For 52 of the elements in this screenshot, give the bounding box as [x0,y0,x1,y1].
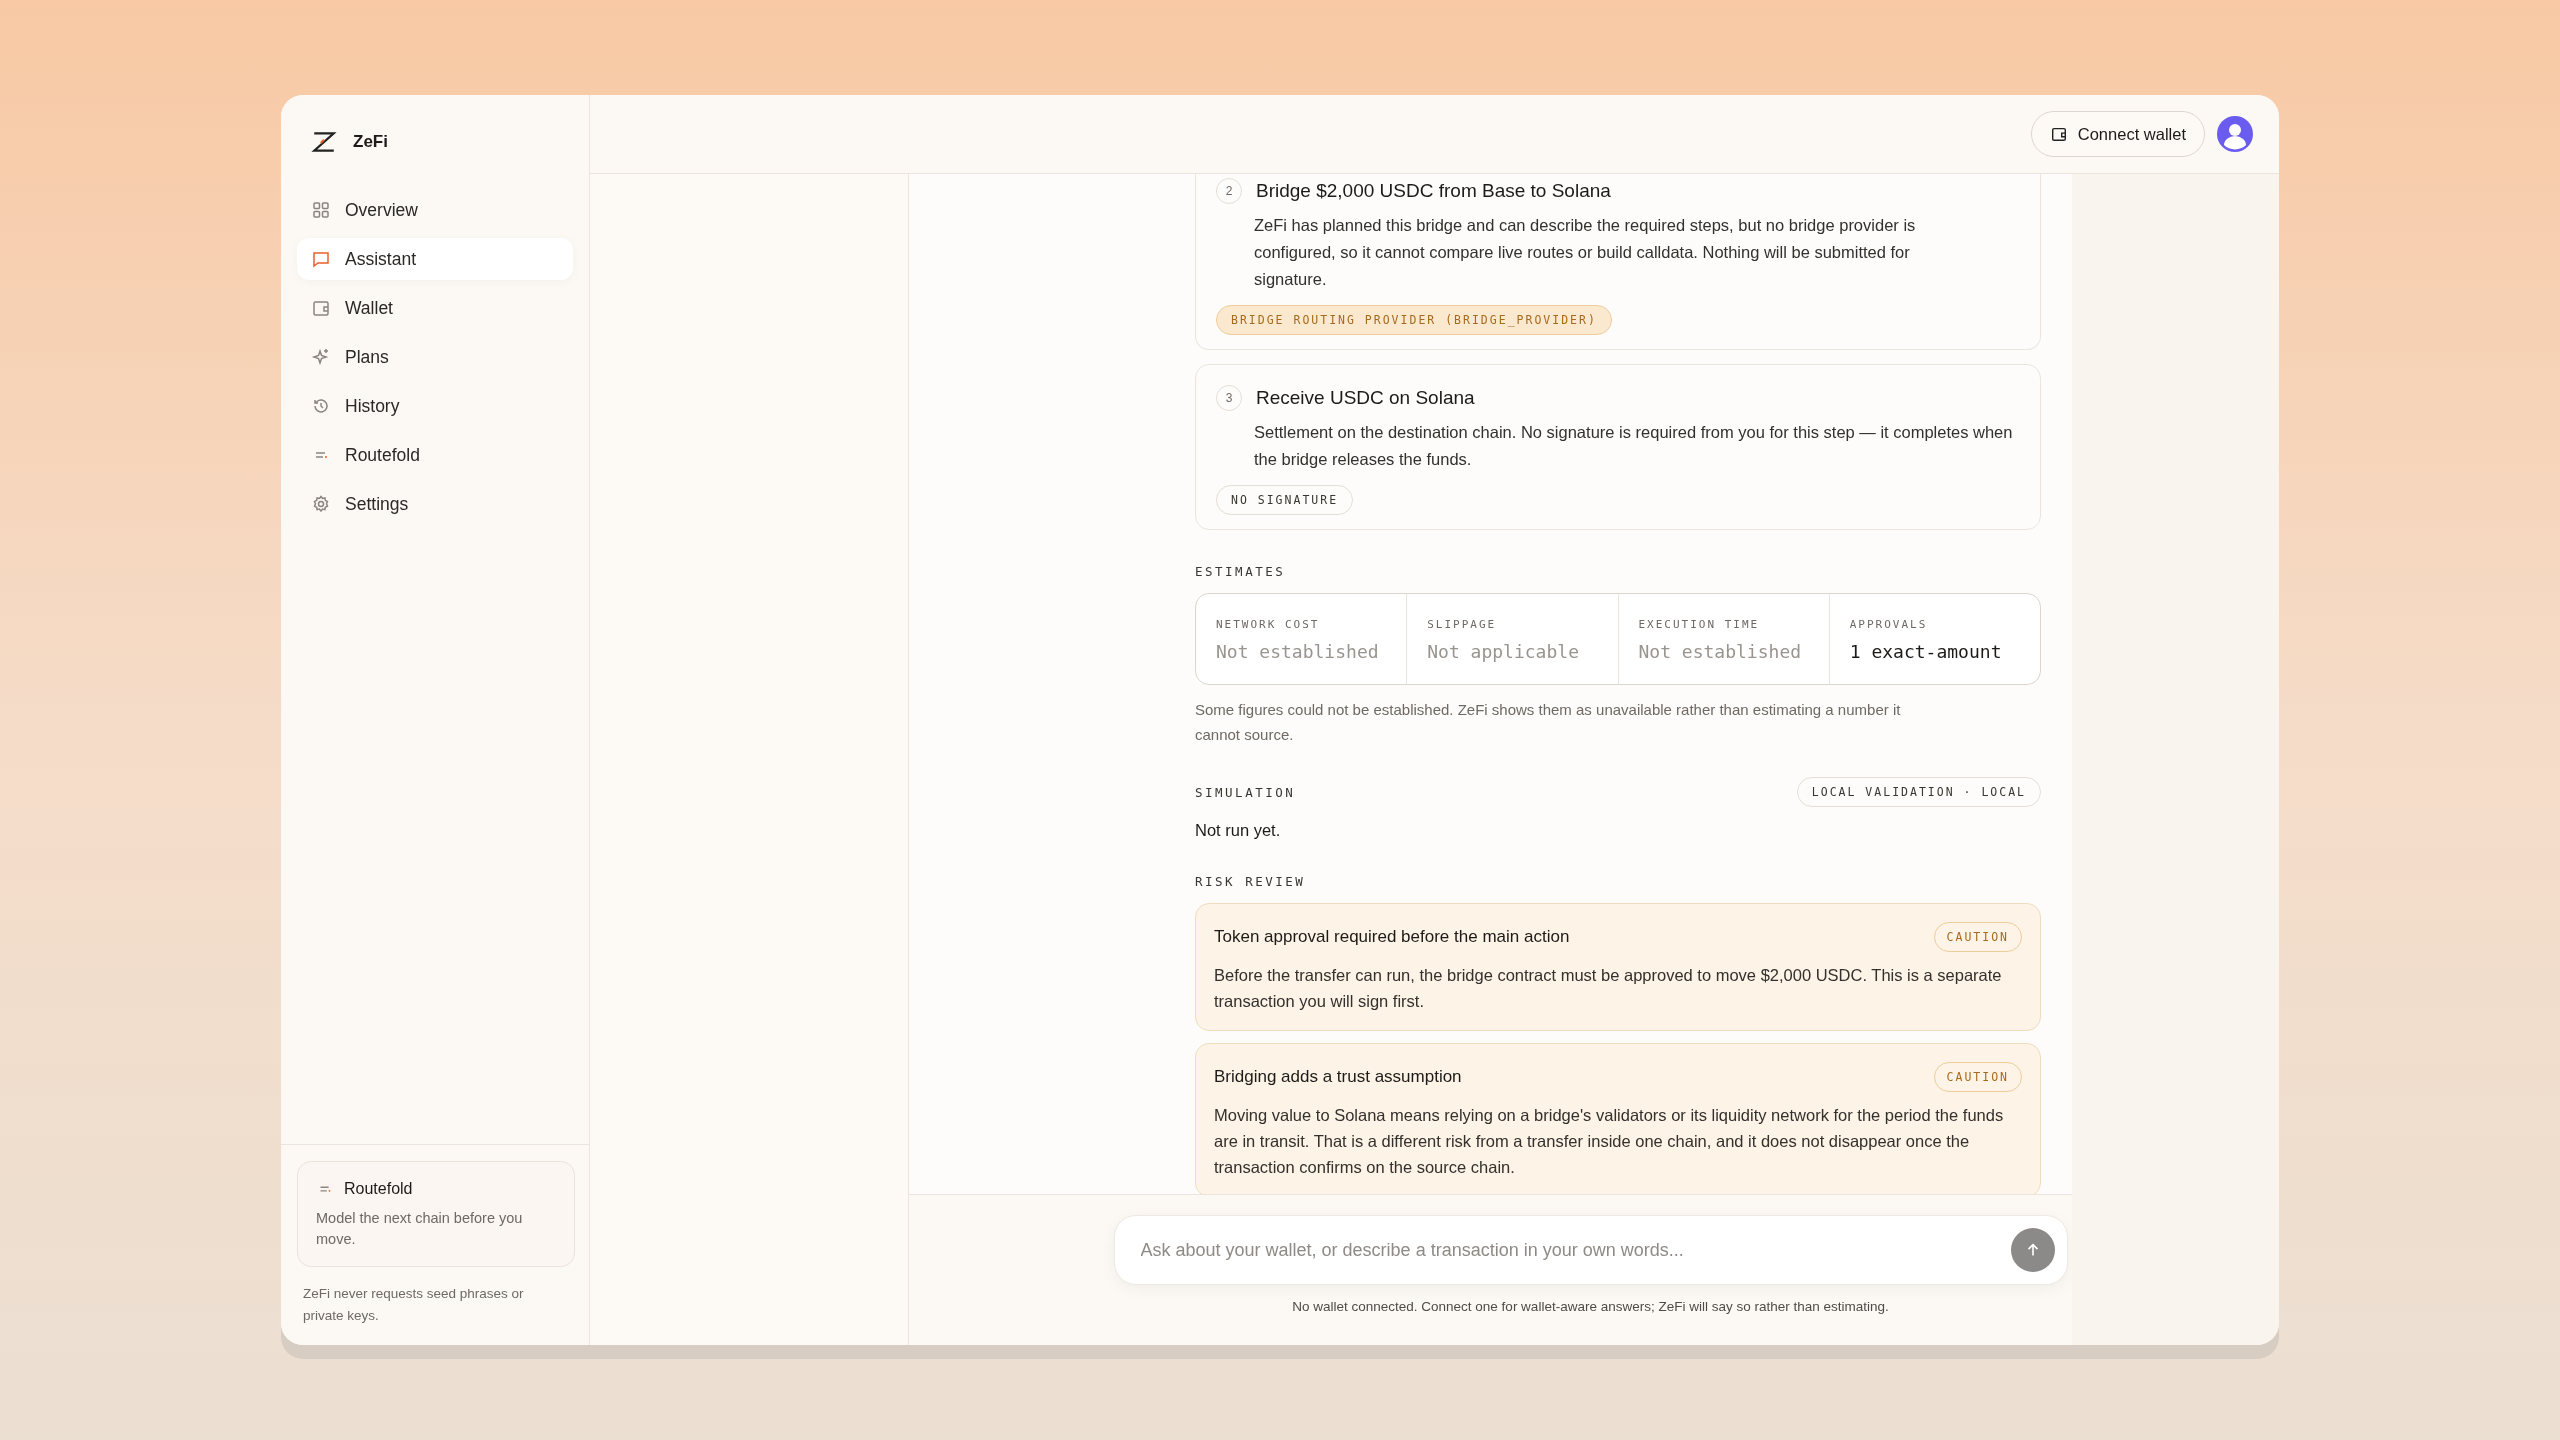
simulation-status: Not run yet. [1195,821,1282,840]
chat-icon [311,249,331,269]
sidebar-item[interactable]: Plans [297,336,573,378]
estimate-label: SLIPPAGE [1427,618,1498,631]
sidebar-item[interactable]: Routefold [297,434,573,476]
avatar-icon[interactable] [2217,116,2253,152]
sidebar-item[interactable]: Wallet [297,287,573,329]
promo-card[interactable]: Routefold Model the next chain before you move. [297,1161,575,1267]
message-field[interactable]: Ask about your wallet, or describe a transaction in your own words... [1113,1215,2068,1285]
risk-title: Bridging adds a trust assumption [1214,1067,1462,1087]
estimate-label: EXECUTION TIME [1638,618,1761,631]
sidebar-item[interactable]: History [297,385,573,427]
grid-icon [311,200,331,220]
send-button[interactable] [2010,1228,2055,1272]
risk-description: Before the transfer can run, the bridge contract must be approved to move $2,000 USDC. This is a separate transaction you will sign first. [1214,965,2003,1012]
step-tag: BRIDGE ROUTING PROVIDER (BRIDGE_PROVIDER) [1216,305,1612,335]
history-icon [311,396,331,416]
estimates-note: Some figures could not be established. ZeFi shows them as unavailable rather than estimating a number it cannot source. [1195,700,1902,745]
section-heading: RISK REVIEW [1195,874,1307,889]
logo-icon [311,129,337,155]
wallet-icon [2049,125,2068,143]
risk-title: Token approval required before the main action [1214,927,1570,947]
simulation-badge: LOCAL VALIDATION · LOCAL [1796,777,2041,807]
step-description: ZeFi has planned this bridge and can describe the required steps, but no bridge provider is configured, so it cannot compare live routes or build calldata. Nothing will be submitted for signature. [1254,215,1917,290]
promo-text: Model the next chain before you move. [316,1209,524,1249]
section-heading: ESTIMATES [1195,564,1287,579]
wallet-icon [311,298,331,318]
step-title: Bridge $2,000 USDC from Base to Solana [1256,180,1611,202]
message-input[interactable]: Ask about your wallet, or describe a transaction in your own words... [1138,1238,2011,1262]
brand-name: ZeFi [353,132,388,152]
estimate-label: NETWORK COST [1216,618,1321,631]
risk-description: Moving value to Solana means relying on a bridge's validators or its liquidity network for the period the funds are in transit. That is a different risk from a transfer inside one chain, and it does not disappear once the transaction confirms on the source chain. [1214,1105,2004,1178]
promo-title: Routefold [344,1180,413,1198]
connect-wallet-button[interactable]: Connect wallet [2030,111,2205,157]
estimate-label: APPROVALS [1849,618,1929,631]
estimate-value: Not established [1638,641,1803,662]
sidebar-item[interactable]: Overview [297,189,573,231]
estimate-value: Not established [1216,641,1380,662]
estimate-value: 1 exact-amount [1849,641,2003,662]
settings-icon [311,494,331,514]
estimate-value: Not applicable [1427,641,1580,662]
caution-badge: CAUTION [1933,1062,2022,1092]
caution-badge: CAUTION [1933,922,2022,952]
step-description: Settlement on the destination chain. No signature is required from you for this step — it completes when the bridge releases the funds. [1254,422,2014,470]
section-heading: SIMULATION [1195,784,1296,800]
composer-note: No wallet connected. Connect one for wallet-aware answers; ZeFi will say so rather than estimating. [1292,1299,1889,1314]
sidebar-item[interactable]: Settings [297,483,573,525]
security-note: ZeFi never requests seed phrases or private keys. [302,1285,525,1325]
step-title: Receive USDC on Solana [1256,387,1475,409]
sparkle-icon [311,347,331,367]
step-tag: NO SIGNATURE [1216,485,1354,515]
sidebar-item[interactable]: Assistant [297,238,573,280]
